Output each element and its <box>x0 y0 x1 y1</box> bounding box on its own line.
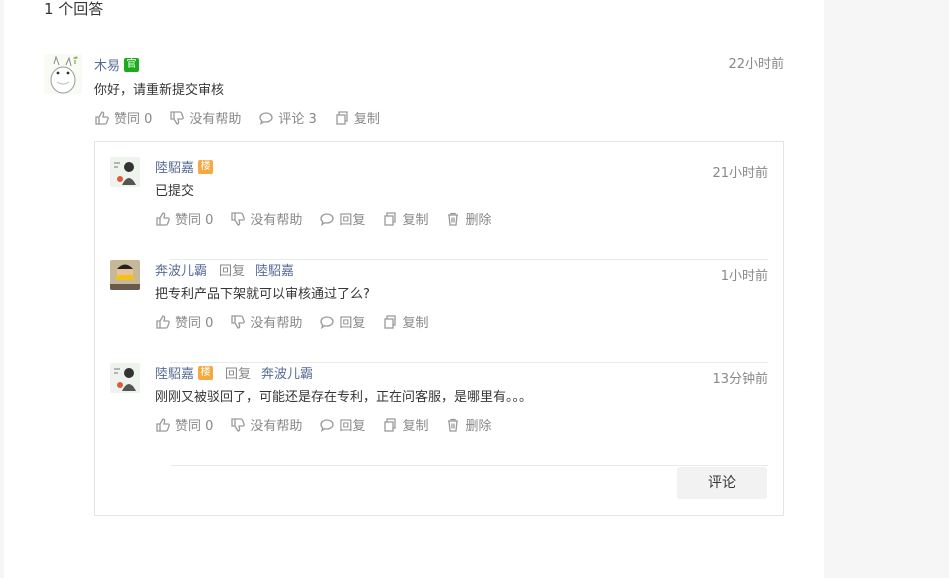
comment-username[interactable]: 奔波儿霸 <box>155 260 207 279</box>
trash-icon <box>448 212 459 226</box>
comment-content: 刚刚又被驳回了，可能还是存在专利，正在问客服，是哪里有。。。 <box>155 390 533 405</box>
speech-bubble-icon <box>320 418 335 432</box>
totoro-avatar-icon <box>44 54 82 94</box>
thumbs-down-icon <box>170 110 185 125</box>
like-button[interactable]: 赞同 0 <box>156 312 213 331</box>
comment-username[interactable]: 陸駋嘉 <box>155 363 194 382</box>
comment-actions: 赞同 0 没有帮助 回复 复制 删除 <box>156 209 491 228</box>
comment-time: 21小时前 <box>712 166 768 181</box>
copy-icon <box>384 417 397 432</box>
delete-button[interactable]: 删除 <box>446 209 491 228</box>
copy-button[interactable]: 复制 <box>383 312 428 331</box>
copy-button[interactable]: 复制 <box>383 209 428 228</box>
thumbs-up-icon <box>156 314 170 329</box>
comment-actions: 赞同 0 没有帮助 回复 复制 删除 <box>156 415 491 434</box>
avatar[interactable] <box>110 260 140 290</box>
speech-bubble-icon <box>320 315 335 329</box>
divider <box>170 465 768 466</box>
unhelpful-button[interactable]: 没有帮助 <box>231 312 302 331</box>
like-button[interactable]: 赞同 0 <box>156 415 213 434</box>
speech-bubble-icon <box>259 111 274 125</box>
like-button[interactable]: 赞同 0 <box>156 209 213 228</box>
reply-button[interactable]: 回复 <box>320 312 365 331</box>
reply-label: 回复 <box>219 264 246 279</box>
official-badge: 官 <box>124 57 140 72</box>
reply-button[interactable]: 回复 <box>320 415 365 434</box>
trash-icon <box>448 418 459 432</box>
thumbs-down-icon <box>231 211 246 226</box>
answer-content: 你好，请重新提交审核 <box>94 83 225 98</box>
copy-button[interactable]: 复制 <box>383 415 428 434</box>
thumbs-up-icon <box>156 417 170 432</box>
speech-bubble-icon <box>320 212 335 226</box>
answer-count-heading: 1 个回答 <box>44 0 104 18</box>
comment-actions: 赞同 0 没有帮助 回复 复制 <box>156 312 428 331</box>
floor-badge: 楼 <box>198 159 214 174</box>
copy-button[interactable]: 复制 <box>335 108 380 127</box>
avatar[interactable] <box>44 54 82 94</box>
comment-content: 已提交 <box>155 184 195 199</box>
reply-label: 回复 <box>225 367 252 382</box>
comment-item: 陸駋嘉 楼 21小时前 已提交 赞同 0 没有帮助 回复 复制 删除 <box>110 157 768 260</box>
comment-toggle-button[interactable]: 评论 3 <box>259 108 317 127</box>
unhelpful-button[interactable]: 没有帮助 <box>170 108 241 127</box>
floor-badge: 楼 <box>198 365 214 380</box>
thumbs-down-icon <box>231 314 246 329</box>
copy-icon <box>336 110 348 125</box>
comments-box: 陸駋嘉 楼 21小时前 已提交 赞同 0 没有帮助 回复 复制 删除 奔波儿霸 … <box>94 141 784 516</box>
right-gutter <box>824 0 949 578</box>
comment-item: 奔波儿霸 回复 陸駋嘉 1小时前 把专利产品下架就可以审核通过了么? 赞同 0 … <box>110 260 768 363</box>
comment-content: 把专利产品下架就可以审核通过了么? <box>155 287 370 302</box>
comment-button[interactable]: 评论 <box>677 467 767 499</box>
avatar[interactable] <box>110 157 140 187</box>
copy-icon <box>384 211 397 226</box>
photo-avatar-icon <box>110 260 140 290</box>
reply-target-username[interactable]: 奔波儿霸 <box>261 363 313 382</box>
thumbs-up-icon <box>95 110 109 125</box>
delete-button[interactable]: 删除 <box>446 415 491 434</box>
answer-username[interactable]: 木易 <box>94 55 120 74</box>
copy-icon <box>384 314 397 329</box>
unhelpful-button[interactable]: 没有帮助 <box>231 415 302 434</box>
comment-username[interactable]: 陸駋嘉 <box>155 157 194 176</box>
thumbs-up-icon <box>156 211 170 226</box>
avatar[interactable] <box>110 363 140 393</box>
like-button[interactable]: 赞同 0 <box>95 108 152 127</box>
reply-button[interactable]: 回复 <box>320 209 365 228</box>
sketch-avatar-icon <box>110 157 140 187</box>
answer-actions: 赞同 0 没有帮助 评论 3 复制 <box>95 108 380 127</box>
answer-time: 22小时前 <box>728 57 784 72</box>
unhelpful-button[interactable]: 没有帮助 <box>231 209 302 228</box>
comment-item: 陸駋嘉 楼 回复 奔波儿霸 13分钟前 刚刚又被驳回了，可能还是存在专利，正在问… <box>110 363 768 466</box>
comment-time: 13分钟前 <box>712 372 768 387</box>
sketch-avatar-icon <box>110 363 140 393</box>
thumbs-down-icon <box>231 417 246 432</box>
answer-item: 木易 官 22小时前 你好，请重新提交审核 赞同 0 没有帮助 评论 3 复制 <box>44 52 784 132</box>
comment-time: 1小时前 <box>720 269 768 284</box>
reply-target-username[interactable]: 陸駋嘉 <box>255 260 294 279</box>
